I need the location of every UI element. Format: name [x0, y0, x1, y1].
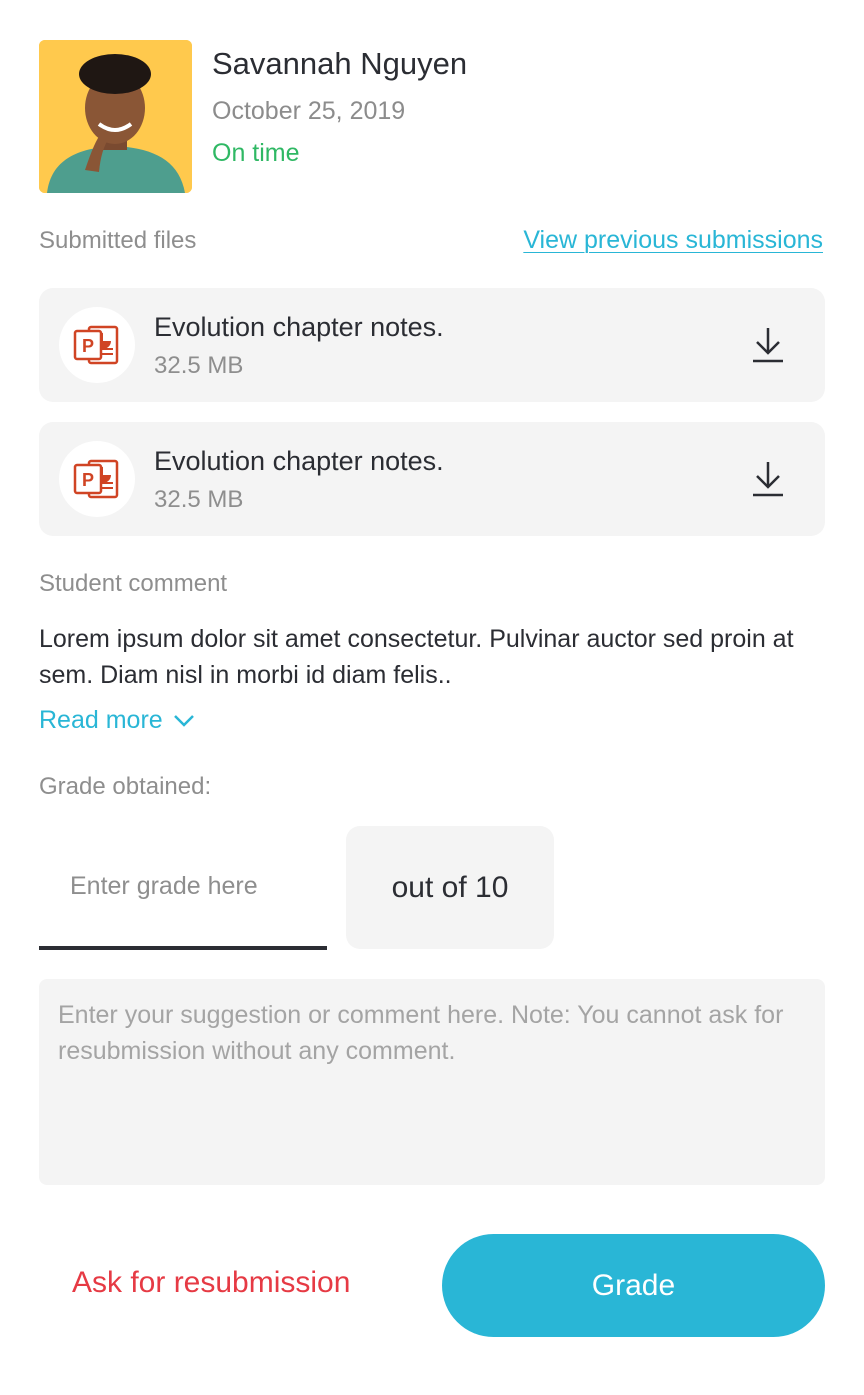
student-name: Savannah Nguyen	[212, 46, 468, 81]
student-comment-text: Lorem ipsum dolor sit amet consectetur. …	[39, 625, 794, 689]
submission-status: On time	[212, 139, 300, 167]
submitted-files-label: Submitted files	[39, 227, 197, 254]
read-more-link[interactable]: Read more	[39, 706, 195, 735]
student-avatar	[39, 40, 192, 193]
file-card[interactable]: P Evolution chapter notes. 32.5 MB	[39, 422, 825, 536]
view-previous-submissions-link[interactable]: View previous submissions	[523, 226, 823, 255]
grade-obtained-label: Grade obtained:	[39, 773, 212, 800]
teacher-comment-field[interactable]	[39, 979, 825, 1185]
grade-input-container	[39, 826, 327, 950]
download-icon[interactable]	[751, 460, 785, 498]
svg-text:P: P	[82, 470, 94, 490]
chevron-down-icon	[173, 714, 194, 727]
submission-date: October 25, 2019	[212, 97, 406, 125]
powerpoint-icon: P	[59, 307, 135, 383]
svg-text:P: P	[82, 336, 94, 356]
student-comment-label: Student comment	[39, 570, 228, 597]
file-size: 32.5 MB	[154, 486, 244, 513]
file-size: 32.5 MB	[154, 352, 244, 379]
read-more-label: Read more	[39, 706, 163, 734]
grade-max-badge: out of 10	[346, 826, 554, 949]
file-card[interactable]: P Evolution chapter notes. 32.5 MB	[39, 288, 825, 402]
ask-for-resubmission-button[interactable]: Ask for resubmission	[72, 1266, 350, 1300]
file-name: Evolution chapter notes.	[154, 446, 444, 476]
grade-input[interactable]	[39, 826, 327, 946]
download-icon[interactable]	[751, 326, 785, 364]
powerpoint-icon: P	[59, 441, 135, 517]
grade-button[interactable]: Grade	[442, 1234, 825, 1337]
file-name: Evolution chapter notes.	[154, 312, 444, 342]
